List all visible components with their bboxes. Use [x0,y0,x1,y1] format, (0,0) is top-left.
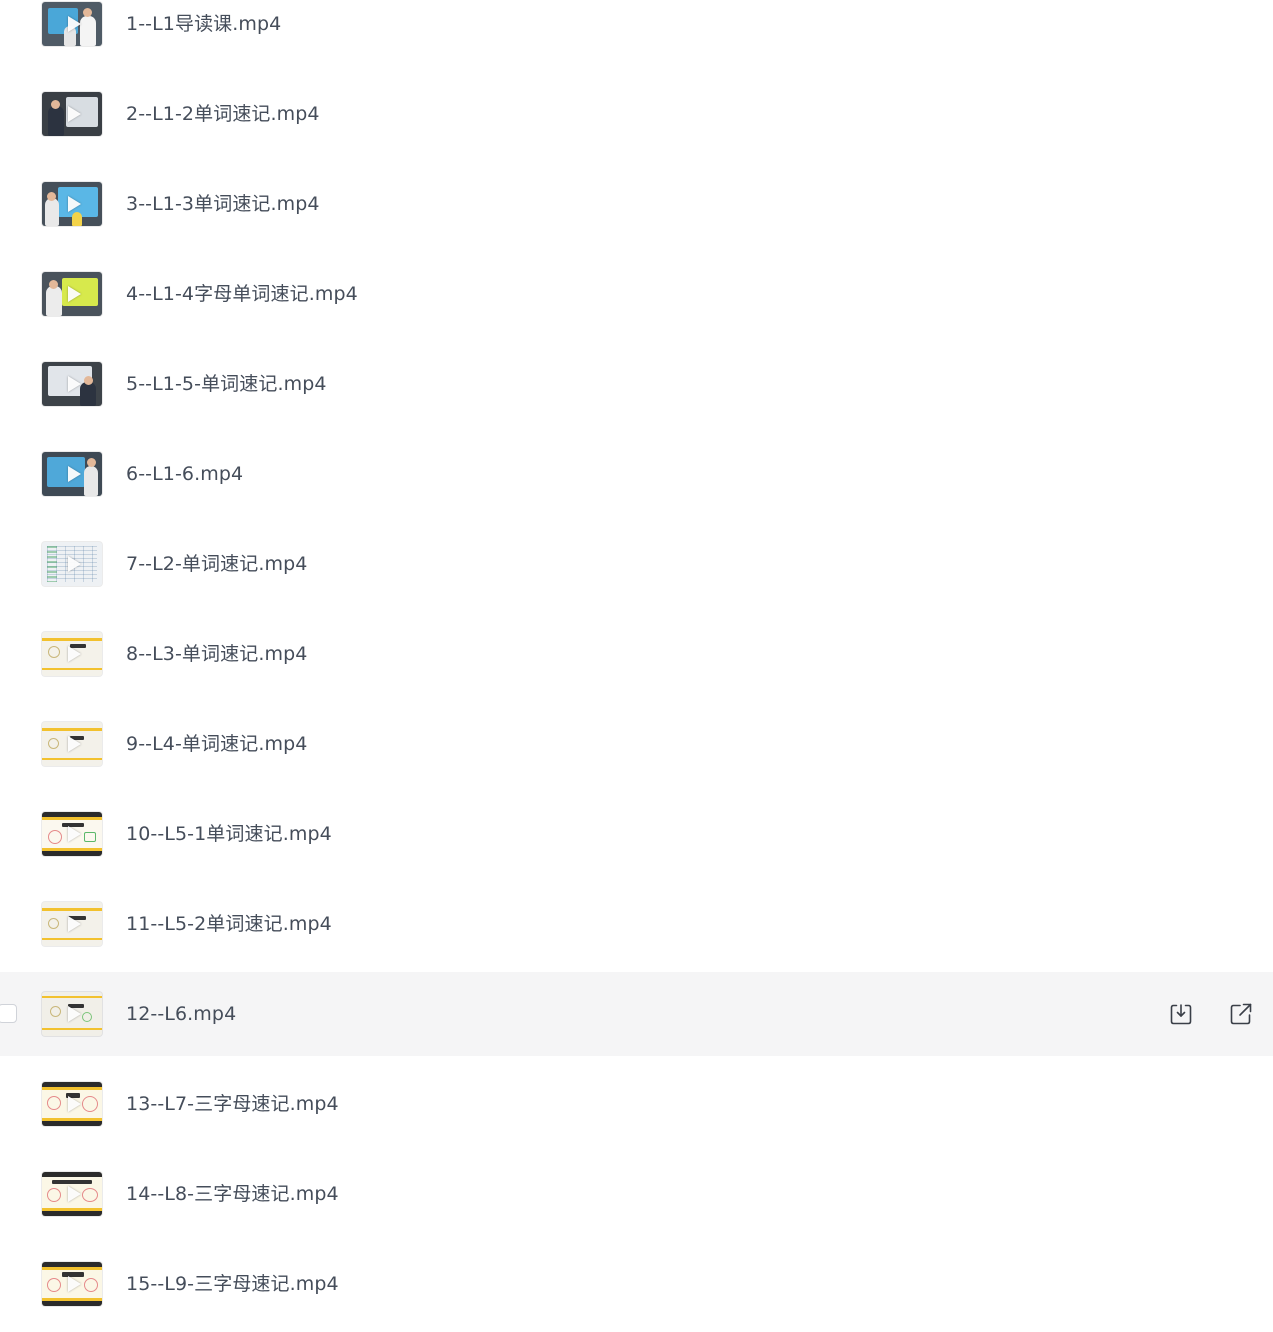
play-icon [68,1276,81,1292]
video-thumbnail[interactable] [42,1082,102,1126]
file-name[interactable]: 6--L1-6.mp4 [126,462,243,486]
play-icon [68,376,81,392]
file-name[interactable]: 11--L5-2单词速记.mp4 [126,912,332,936]
file-row[interactable]: 14--L8-三字母速记.mp4 [0,1152,1273,1236]
file-name[interactable]: 1--L1导读课.mp4 [126,12,281,36]
play-icon [68,196,81,212]
play-icon [68,646,81,662]
file-name[interactable]: 14--L8-三字母速记.mp4 [126,1182,339,1206]
video-thumbnail[interactable] [42,362,102,406]
file-row[interactable]: 13--L7-三字母速记.mp4 [0,1062,1273,1146]
file-name[interactable]: 4--L1-4字母单词速记.mp4 [126,282,358,306]
video-thumbnail[interactable] [42,992,102,1036]
file-row[interactable]: 3--L1-3单词速记.mp4 [0,162,1273,246]
play-icon [68,826,81,842]
video-thumbnail[interactable] [42,1172,102,1216]
file-row[interactable]: 12--L6.mp4 [0,972,1273,1056]
file-name[interactable]: 7--L2-单词速记.mp4 [126,552,307,576]
file-row[interactable]: 4--L1-4字母单词速记.mp4 [0,252,1273,336]
video-thumbnail[interactable] [42,182,102,226]
row-checkbox[interactable] [0,1004,17,1023]
file-name[interactable]: 12--L6.mp4 [126,1002,236,1026]
video-thumbnail[interactable] [42,722,102,766]
file-row[interactable]: 9--L4-单词速记.mp4 [0,702,1273,786]
file-name[interactable]: 5--L1-5-单词速记.mp4 [126,372,327,396]
file-list: 1--L1导读课.mp4 2--L1-2单词速记.mp4 3--L1-3单词速记… [0,0,1273,1332]
play-icon [68,1186,81,1202]
play-icon [68,916,81,932]
file-name[interactable]: 3--L1-3单词速记.mp4 [126,192,320,216]
play-icon [68,286,81,302]
file-row[interactable]: 2--L1-2单词速记.mp4 [0,72,1273,156]
file-name[interactable]: 10--L5-1单词速记.mp4 [126,822,332,846]
video-thumbnail[interactable] [42,1262,102,1306]
video-thumbnail[interactable] [42,92,102,136]
video-thumbnail[interactable] [42,632,102,676]
file-name[interactable]: 8--L3-单词速记.mp4 [126,642,307,666]
file-row[interactable]: 7--L2-单词速记.mp4 [0,522,1273,606]
file-name[interactable]: 9--L4-单词速记.mp4 [126,732,307,756]
file-row[interactable]: 8--L3-单词速记.mp4 [0,612,1273,696]
file-row[interactable]: 6--L1-6.mp4 [0,432,1273,516]
share-icon[interactable] [1228,1001,1254,1027]
video-thumbnail[interactable] [42,2,102,46]
play-icon [68,736,81,752]
download-icon[interactable] [1168,1001,1194,1027]
file-name[interactable]: 2--L1-2单词速记.mp4 [126,102,320,126]
play-icon [68,16,81,32]
file-name[interactable]: 13--L7-三字母速记.mp4 [126,1092,339,1116]
file-row[interactable]: 11--L5-2单词速记.mp4 [0,882,1273,966]
video-thumbnail[interactable] [42,812,102,856]
file-row[interactable]: 1--L1导读课.mp4 [0,0,1273,66]
file-row[interactable]: 10--L5-1单词速记.mp4 [0,792,1273,876]
video-thumbnail[interactable] [42,272,102,316]
file-name[interactable]: 15--L9-三字母速记.mp4 [126,1272,339,1296]
play-icon [68,556,81,572]
video-thumbnail[interactable] [42,542,102,586]
play-icon [68,466,81,482]
file-row[interactable]: 5--L1-5-单词速记.mp4 [0,342,1273,426]
video-thumbnail[interactable] [42,902,102,946]
play-icon [68,1006,81,1022]
file-row[interactable]: 15--L9-三字母速记.mp4 [0,1242,1273,1326]
play-icon [68,1096,81,1112]
play-icon [68,106,81,122]
video-thumbnail[interactable] [42,452,102,496]
